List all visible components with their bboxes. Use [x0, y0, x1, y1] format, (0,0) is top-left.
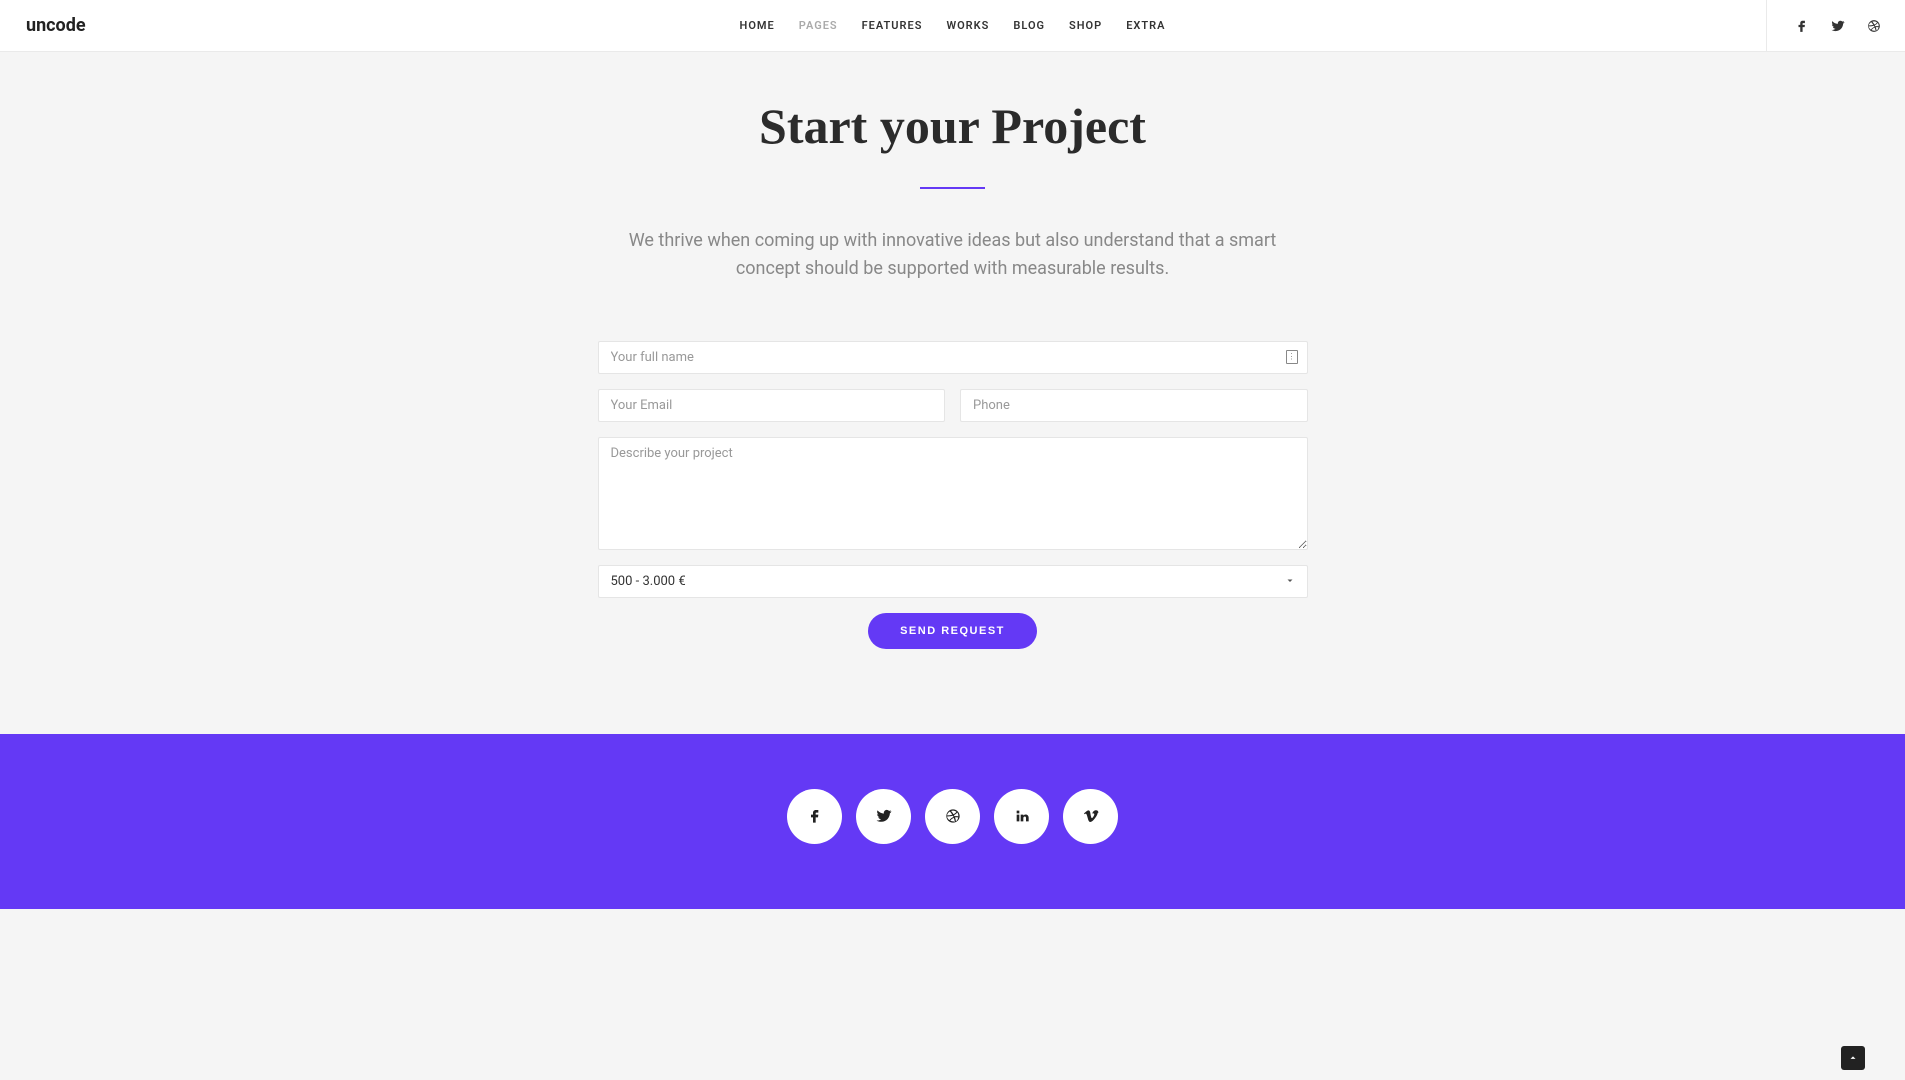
social-links: [0, 789, 1905, 844]
description-textarea[interactable]: [598, 437, 1308, 550]
main-content: Start your Project We thrive when coming…: [0, 52, 1905, 734]
header: uncode HOME PAGES FEATURES WORKS BLOG SH…: [0, 0, 1905, 52]
header-icons: [1766, 0, 1881, 51]
scroll-top-button[interactable]: [1841, 1046, 1865, 1070]
nav-blog[interactable]: BLOG: [1013, 19, 1045, 32]
social-dribbble-icon[interactable]: [925, 789, 980, 844]
email-input[interactable]: [598, 389, 946, 422]
page-subtitle: We thrive when coming up with innovative…: [613, 227, 1293, 283]
facebook-icon[interactable]: [1795, 19, 1809, 33]
brand-logo[interactable]: uncode: [26, 15, 86, 36]
nav-features[interactable]: FEATURES: [862, 19, 923, 32]
project-form: ⋮ 500 - 3.000 €: [598, 341, 1308, 649]
social-linkedin-icon[interactable]: [994, 789, 1049, 844]
main-nav: HOME PAGES FEATURES WORKS BLOG SHOP EXTR…: [740, 19, 1166, 32]
title-divider: [920, 187, 985, 189]
social-facebook-icon[interactable]: [787, 789, 842, 844]
budget-select[interactable]: 500 - 3.000 €: [598, 565, 1308, 598]
footer: [0, 734, 1905, 909]
nav-extra[interactable]: EXTRA: [1126, 19, 1165, 32]
name-input[interactable]: [598, 341, 1308, 374]
social-vimeo-icon[interactable]: [1063, 789, 1118, 844]
dribbble-icon[interactable]: [1867, 19, 1881, 33]
social-twitter-icon[interactable]: [856, 789, 911, 844]
nav-home[interactable]: HOME: [740, 19, 775, 32]
send-request-button[interactable]: SEND REQUEST: [868, 613, 1037, 649]
nav-works[interactable]: WORKS: [946, 19, 989, 32]
phone-input[interactable]: [960, 389, 1308, 422]
contact-card-icon: ⋮: [1286, 350, 1298, 364]
page-title: Start your Project: [598, 97, 1308, 155]
twitter-icon[interactable]: [1831, 19, 1845, 33]
nav-pages[interactable]: PAGES: [799, 19, 838, 32]
nav-shop[interactable]: SHOP: [1069, 19, 1102, 32]
